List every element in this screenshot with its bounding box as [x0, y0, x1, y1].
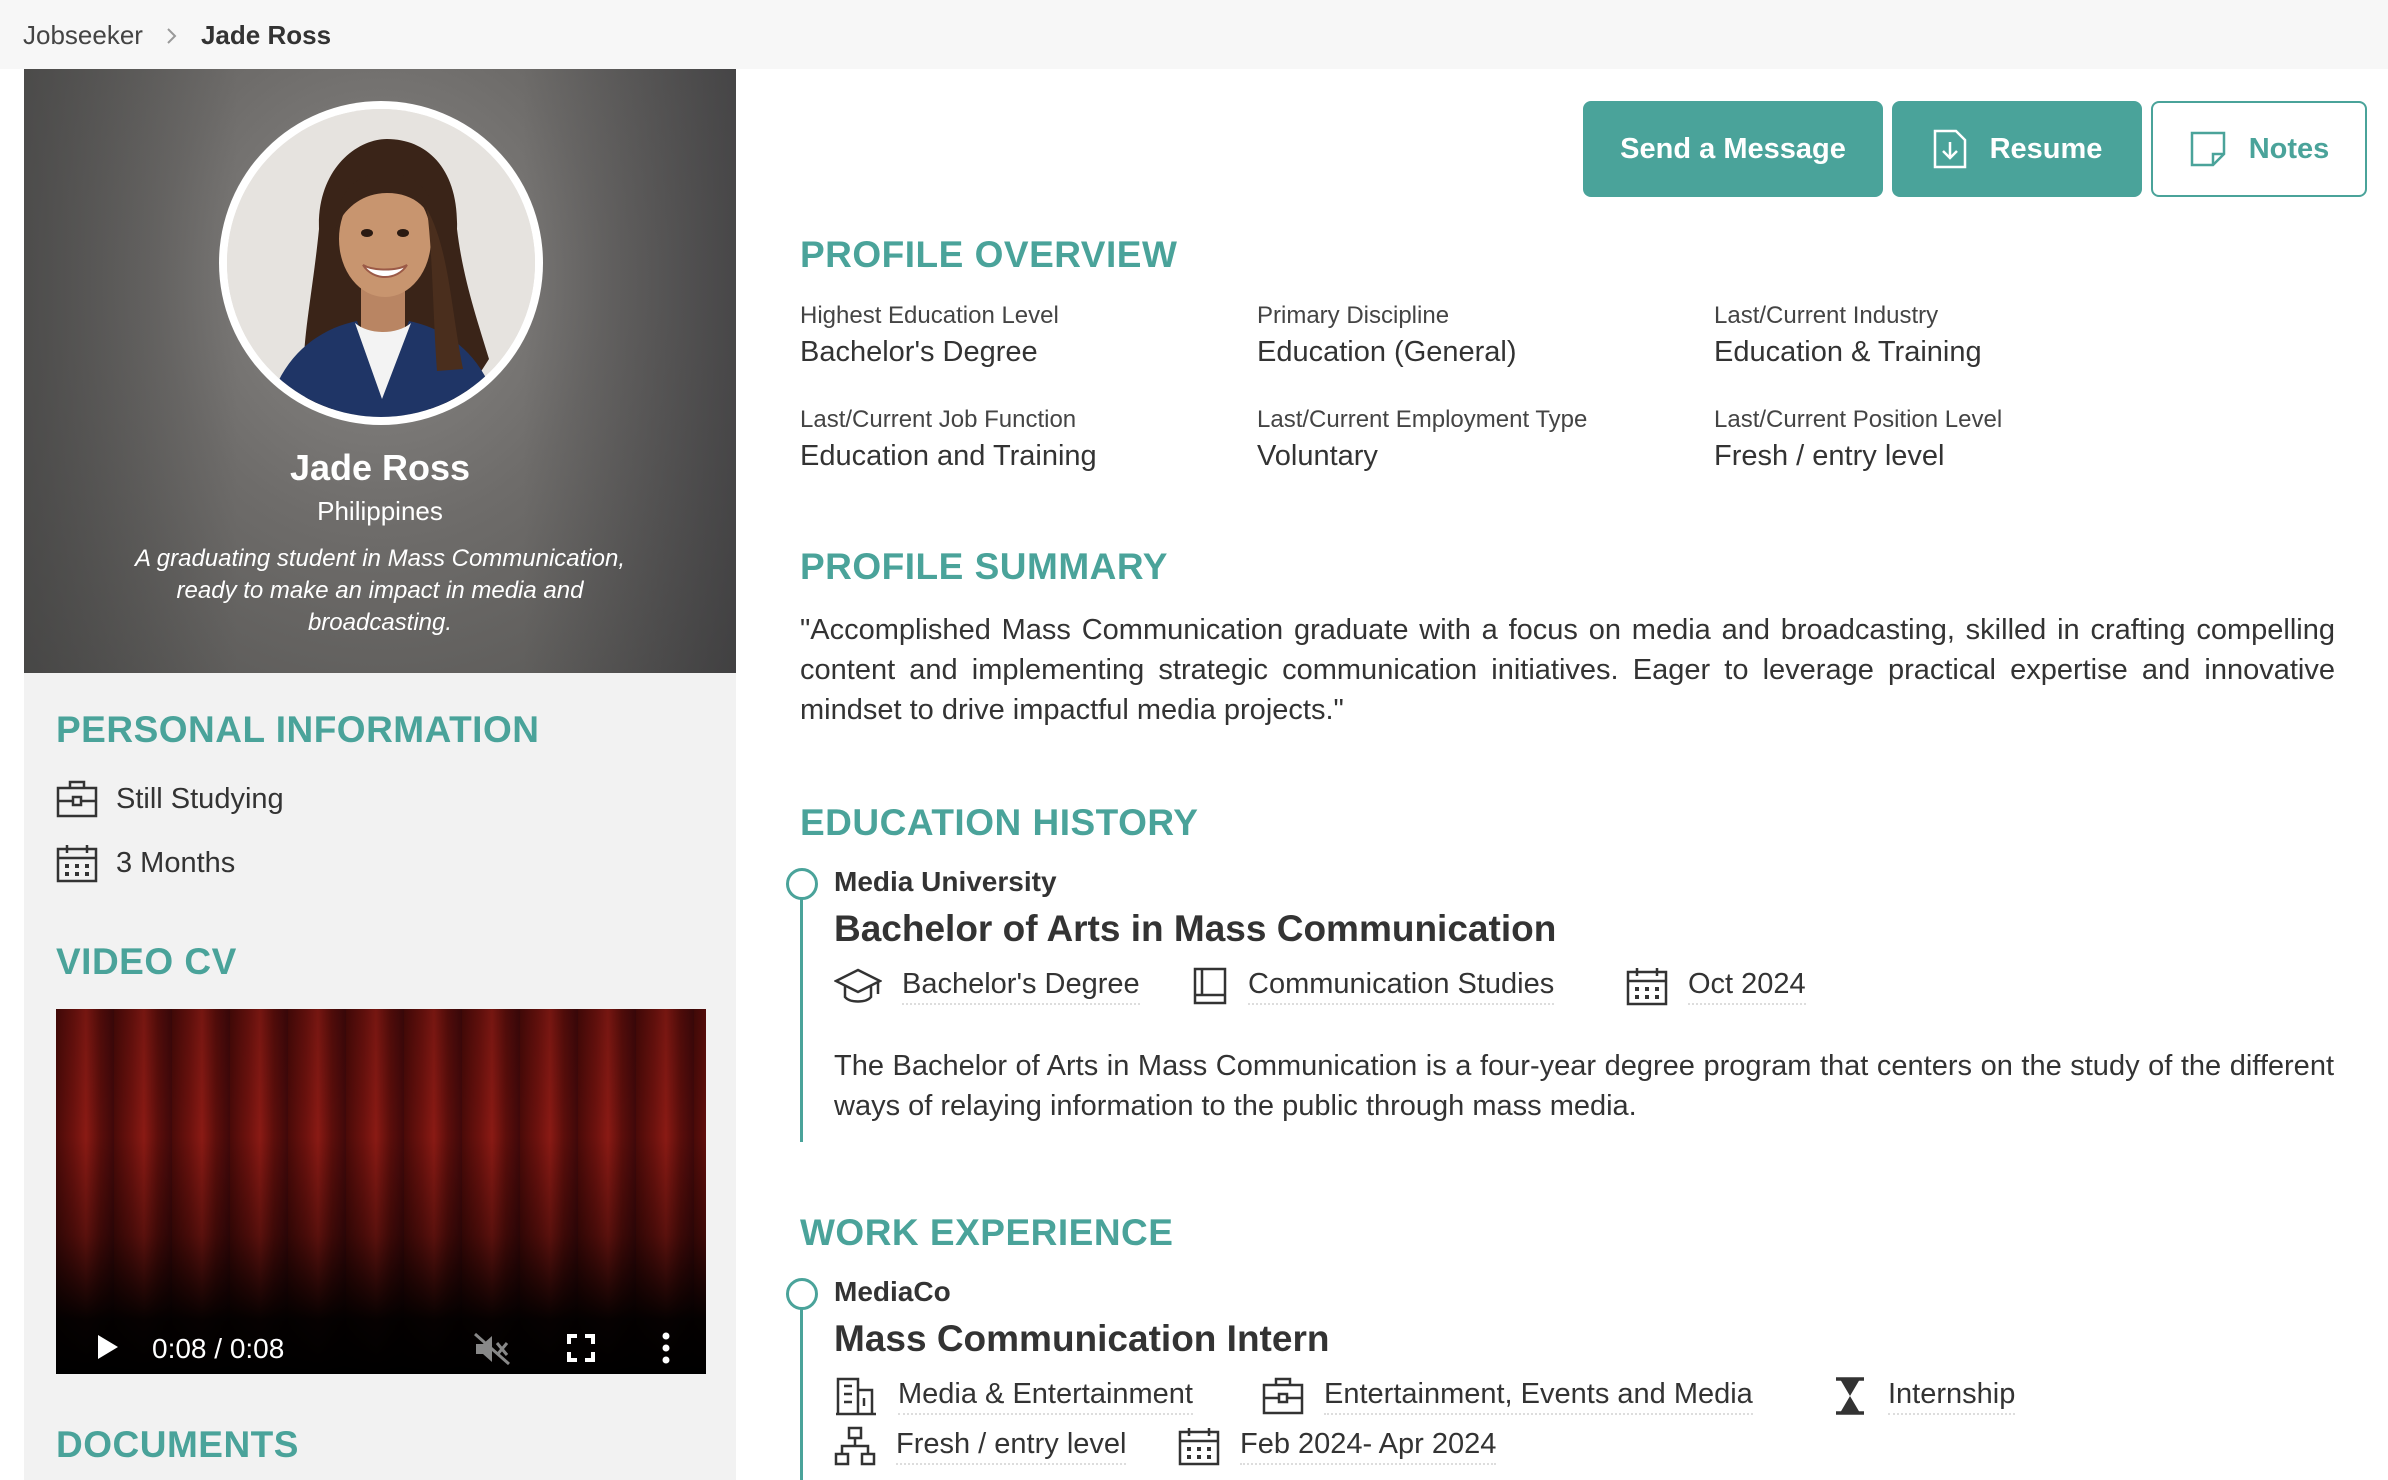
work-dates-meta: Feb 2024- Apr 2024 — [1178, 1426, 1497, 1466]
resume-button[interactable]: Resume — [1892, 101, 2142, 197]
overview-employment-type: Last/Current Employment Type Voluntary — [1257, 406, 1588, 472]
timeline-dot — [786, 1278, 818, 1310]
profile-summary-title: PROFILE SUMMARY — [800, 546, 1168, 587]
profile-summary-text: "Accomplished Mass Communication graduat… — [800, 614, 2335, 726]
notes-button[interactable]: Notes — [2151, 101, 2367, 197]
overview-education-level: Highest Education Level Bachelor's Degre… — [800, 302, 1059, 368]
calendar-icon — [1626, 968, 1668, 1006]
work-type-meta: Internship — [1832, 1376, 2016, 1416]
calendar-icon — [56, 845, 98, 883]
video-player[interactable]: 0:08 / 0:08 — [56, 1009, 706, 1374]
more-options-icon[interactable] — [660, 1331, 672, 1365]
education-timeline — [800, 882, 803, 1142]
video-time: 0:08 / 0:08 — [152, 1333, 285, 1364]
send-message-label: Send a Message — [1620, 132, 1846, 165]
breadcrumb-current: Jade Ross — [200, 20, 332, 50]
profile-photo — [227, 109, 535, 417]
fullscreen-icon[interactable] — [566, 1333, 596, 1363]
education-date-meta: Oct 2024 — [1626, 966, 1806, 1006]
education-field-meta: Communication Studies — [1192, 966, 1555, 1006]
muted-icon[interactable] — [472, 1331, 512, 1367]
notes-label: Notes — [2248, 132, 2330, 165]
avatar — [219, 101, 543, 425]
availability-row: 3 Months — [56, 843, 235, 883]
briefcase-icon — [56, 780, 98, 818]
timeline-dot — [786, 868, 818, 900]
availability: 3 Months — [116, 846, 236, 879]
work-position: Mass Communication Intern — [834, 1318, 1330, 1359]
overview-industry: Last/Current Industry Education & Traini… — [1714, 302, 1982, 368]
breadcrumb-jobseeker-link[interactable]: Jobseeker — [23, 20, 143, 51]
resume-label: Resume — [1989, 132, 2103, 165]
send-message-button[interactable]: Send a Message — [1583, 101, 1883, 197]
calendar-icon — [1178, 1428, 1220, 1466]
building-icon — [836, 1377, 876, 1416]
education-description: The Bachelor of Arts in Mass Communicati… — [834, 1050, 2334, 1122]
breadcrumb: Jobseeker Jade Ross — [23, 20, 331, 51]
overview-position-level: Last/Current Position Level Fresh / entr… — [1714, 406, 2003, 472]
study-status-row: Still Studying — [56, 779, 284, 819]
work-experience-title: WORK EXPERIENCE — [800, 1212, 1174, 1253]
download-document-icon — [1933, 129, 1966, 169]
profile-country: Philippines — [317, 496, 443, 526]
profile-sidebar: Jade Ross Philippines A graduating stude… — [24, 69, 736, 1480]
play-icon[interactable] — [94, 1331, 122, 1363]
education-degree-title: Bachelor of Arts in Mass Communication — [834, 908, 1557, 949]
book-icon — [1193, 967, 1227, 1005]
work-level-meta: Fresh / entry level — [834, 1426, 1127, 1466]
personal-information-title: PERSONAL INFORMATION — [56, 709, 540, 750]
hourglass-icon — [1836, 1377, 1864, 1415]
top-bar: Jobseeker Jade Ross — [0, 0, 2388, 69]
education-history-title: EDUCATION HISTORY — [800, 802, 1199, 843]
work-industry-meta: Media & Entertainment — [834, 1376, 1193, 1416]
study-status: Still Studying — [116, 782, 284, 815]
video-cv-title: VIDEO CV — [56, 941, 237, 982]
documents-title: DOCUMENTS — [56, 1424, 299, 1465]
education-school: Media University — [834, 866, 1057, 897]
chevron-right-icon — [165, 26, 179, 46]
profile-name: Jade Ross — [289, 447, 471, 488]
profile-overview-title: PROFILE OVERVIEW — [800, 234, 1178, 275]
profile-tagline: A graduating student in Mass Communicati… — [134, 545, 626, 636]
work-function-meta: Entertainment, Events and Media — [1262, 1376, 1753, 1416]
graduation-cap-icon — [834, 968, 882, 1003]
overview-job-function: Last/Current Job Function Education and … — [800, 406, 1097, 472]
note-icon — [2190, 131, 2225, 167]
hierarchy-icon — [834, 1426, 876, 1466]
overview-primary-discipline: Primary Discipline Education (General) — [1257, 302, 1517, 368]
briefcase-icon — [1262, 1377, 1304, 1415]
work-timeline — [800, 1292, 803, 1480]
profile-hero: Jade Ross Philippines A graduating stude… — [24, 69, 736, 673]
work-company: MediaCo — [834, 1276, 951, 1307]
education-level-meta: Bachelor's Degree — [834, 966, 1140, 1006]
